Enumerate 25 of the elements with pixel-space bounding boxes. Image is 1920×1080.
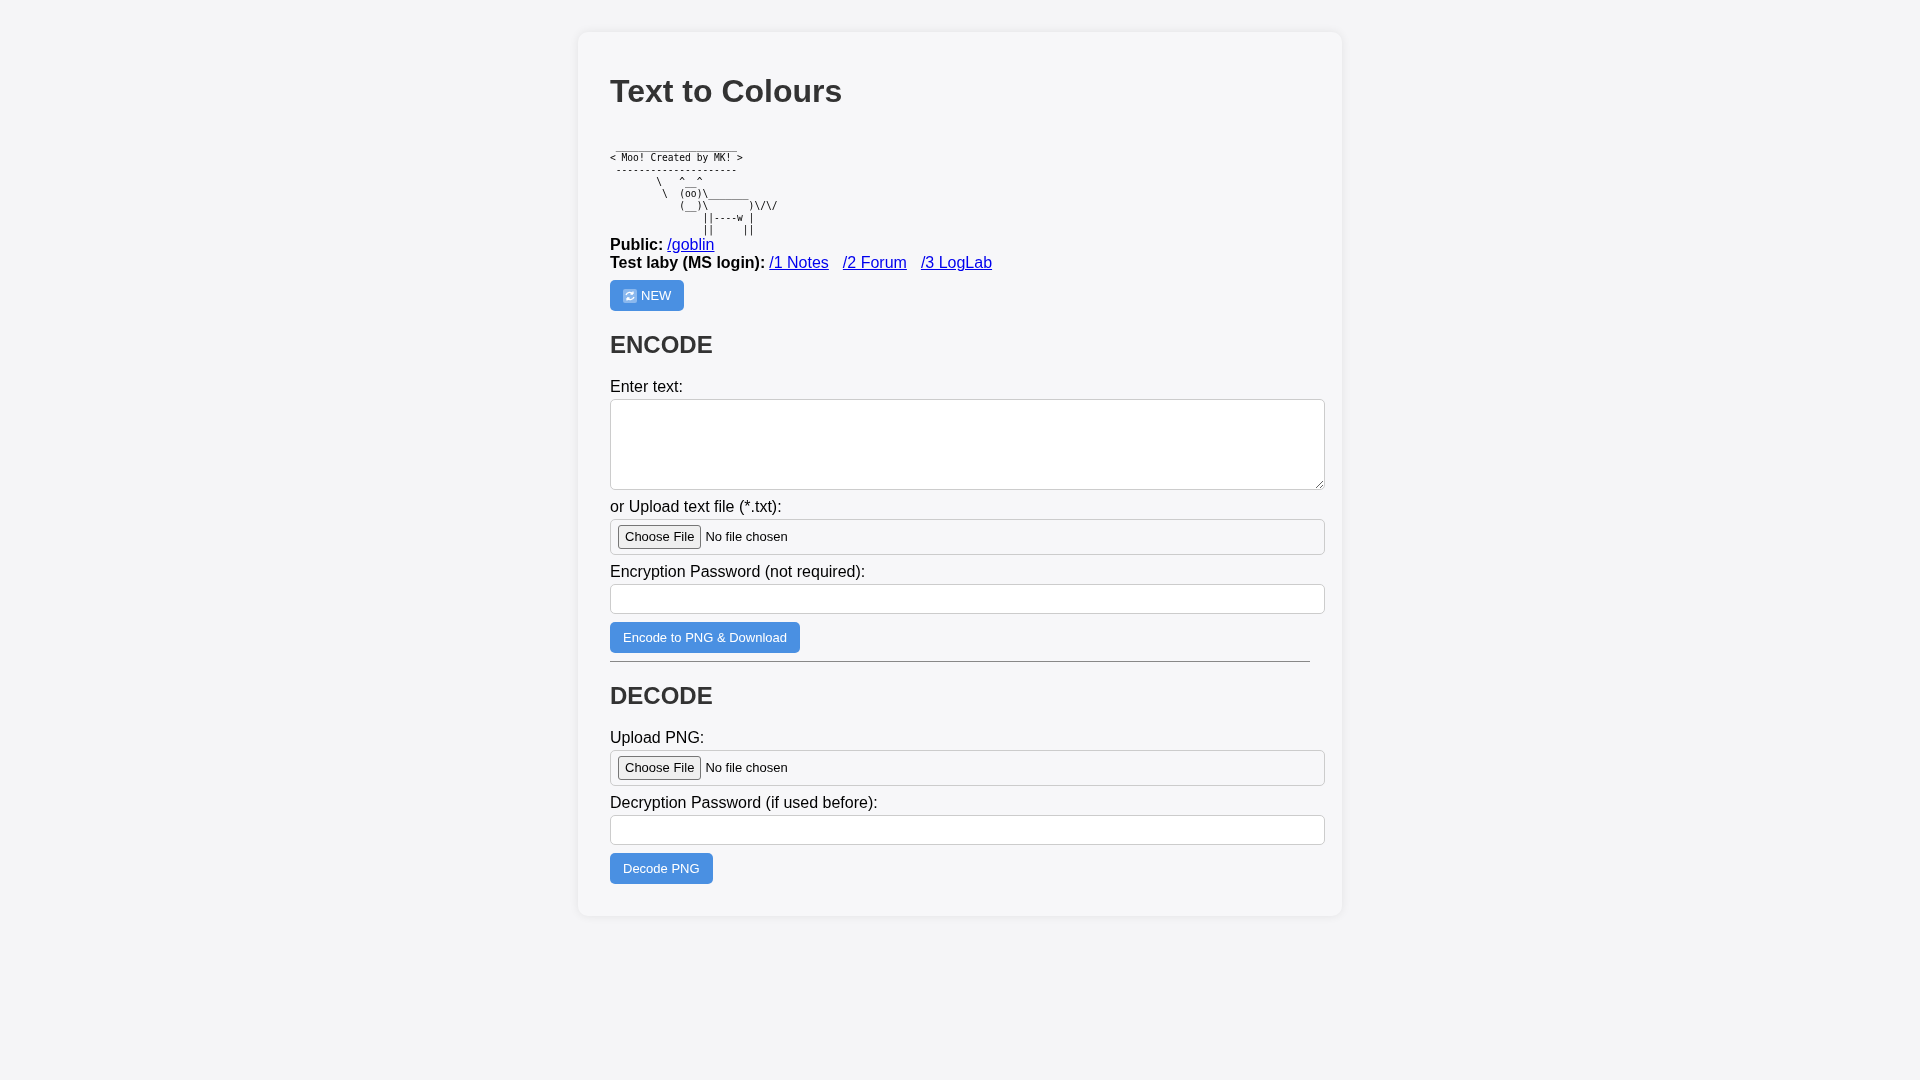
- field-label: Enter text:: [610, 378, 684, 397]
- link-label: Public:: [610, 236, 664, 254]
- text-input-area[interactable]: [610, 399, 1325, 491]
- section-heading: ENCODE: [610, 331, 714, 361]
- choose-file-button[interactable]: Choose File: [618, 525, 702, 549]
- choose-file-button[interactable]: Choose File: [618, 756, 702, 780]
- section-heading: DECODE: [610, 682, 714, 711]
- field-label: or Upload text file (*.txt):: [610, 498, 783, 517]
- file-field[interactable]: Choose File No file chosen: [610, 519, 1325, 556]
- nav-link[interactable]: /goblin: [667, 236, 715, 254]
- password-field[interactable]: [610, 584, 1325, 615]
- file-status-text: No file chosen: [705, 759, 788, 778]
- field-label: Decryption Password (if used before):: [610, 794, 879, 812]
- refresh-icon: [623, 288, 637, 303]
- link-label: Test laby (MS login):: [610, 254, 766, 272]
- nav-link[interactable]: /2 Forum: [842, 254, 907, 272]
- ascii-art: _____________________ < Moo! Created by MK! > --------------------- \ ^__^ \ (oo)\_______ (__)\ )\/\/ ||----w | || ||: [610, 140, 779, 237]
- file-status-text: No file chosen: [705, 528, 788, 547]
- password-field[interactable]: [610, 815, 1325, 845]
- page-title: Text to Colours: [610, 72, 844, 111]
- nav-link[interactable]: /3 LogLab: [920, 254, 993, 272]
- field-label: Upload PNG:: [610, 729, 706, 747]
- nav-link[interactable]: /1 Notes: [769, 254, 829, 272]
- field-label: Encryption Password (not required):: [610, 563, 867, 582]
- file-field[interactable]: Choose File No file chosen: [610, 750, 1325, 786]
